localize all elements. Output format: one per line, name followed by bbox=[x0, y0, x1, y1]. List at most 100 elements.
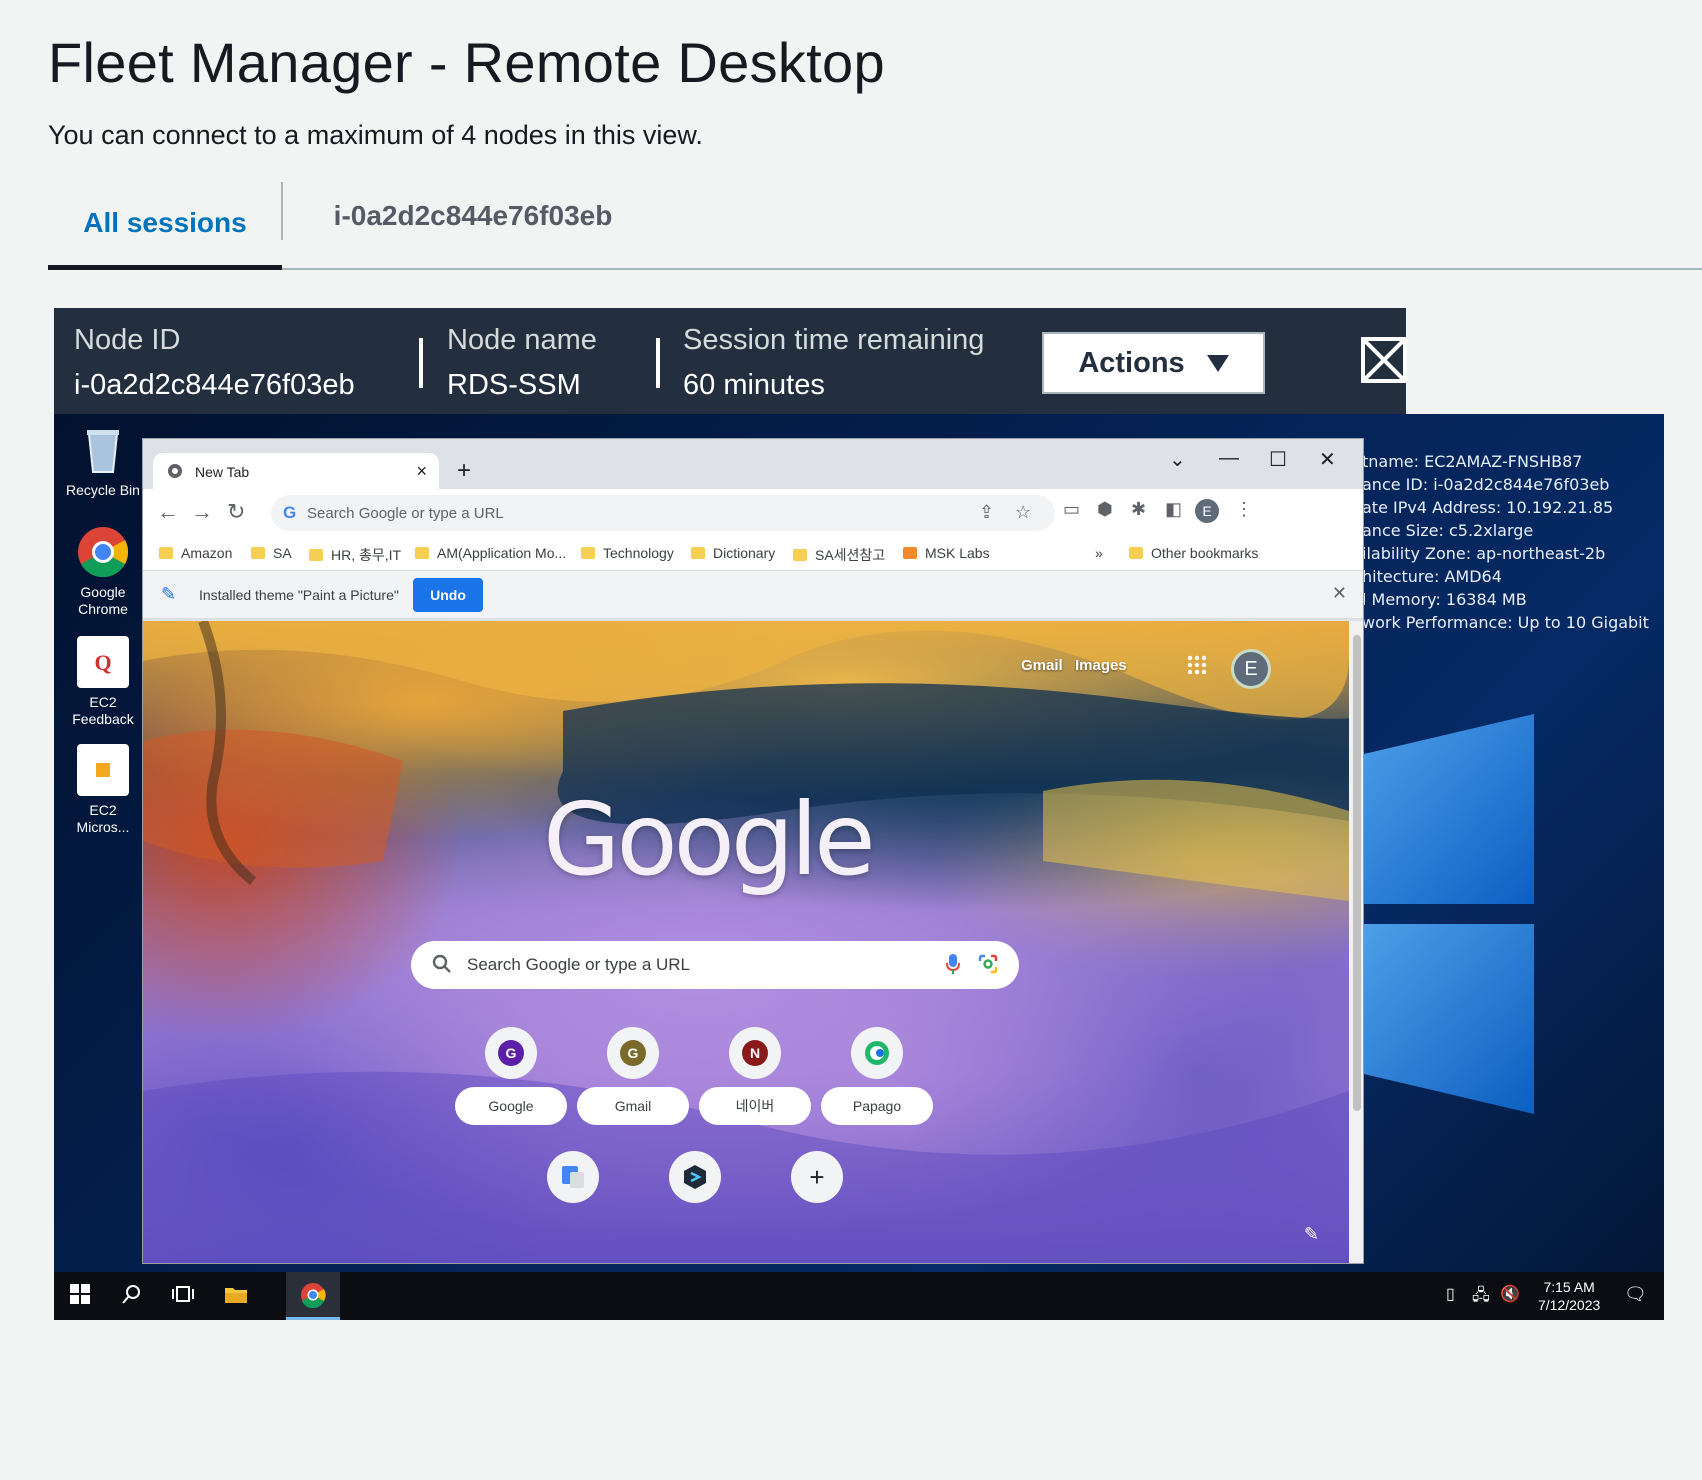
desktop-icon-recycle-bin[interactable]: Recycle Bin bbox=[62, 424, 144, 499]
sysinfo-line: ance Size: c5.2xlarge bbox=[1362, 521, 1534, 540]
tab-node-session[interactable]: i-0a2d2c844e76f03eb bbox=[283, 194, 663, 238]
tab-groups-icon[interactable]: ▭ bbox=[1063, 499, 1080, 520]
header-separator bbox=[656, 338, 660, 388]
scrollbar-thumb[interactable] bbox=[1353, 635, 1361, 1111]
shortcut-tile[interactable] bbox=[517, 1151, 629, 1203]
new-tab-button[interactable]: + bbox=[449, 457, 479, 487]
shortcut-tile[interactable]: G Google bbox=[455, 1027, 567, 1125]
windows-logo bbox=[1364, 694, 1664, 1179]
bookmark-label: Technology bbox=[603, 545, 674, 561]
back-icon[interactable]: ← bbox=[157, 499, 179, 525]
network-icon[interactable]: 🖧 bbox=[1472, 1284, 1490, 1311]
bookmark-item[interactable]: Technology bbox=[581, 545, 674, 561]
bookmark-item[interactable]: AM(Application Mo... bbox=[415, 545, 566, 561]
taskbar-search-icon[interactable] bbox=[122, 1284, 142, 1310]
bookmark-item[interactable]: SA bbox=[251, 545, 292, 561]
session-time-section: Session time remaining 60 minutes bbox=[683, 324, 984, 402]
forward-icon[interactable]: → bbox=[191, 499, 213, 525]
close-window-icon[interactable]: ✕ bbox=[1319, 447, 1336, 472]
tab-all-sessions[interactable]: All sessions bbox=[48, 180, 282, 270]
session-time-label: Session time remaining bbox=[683, 324, 985, 356]
shortcut-letter: N bbox=[742, 1040, 768, 1066]
google-lens-icon[interactable] bbox=[977, 953, 999, 980]
undo-button[interactable]: Undo bbox=[413, 578, 483, 612]
shortcut-tile[interactable]: Papago bbox=[821, 1027, 933, 1125]
tab-search-icon[interactable]: ⌄ bbox=[1169, 447, 1186, 472]
customize-pencil-icon[interactable]: ✎ bbox=[1304, 1224, 1319, 1245]
google-apps-icon[interactable] bbox=[1187, 655, 1207, 675]
extension-hex-icon[interactable]: ⬢ bbox=[1097, 499, 1113, 520]
actions-button[interactable]: Actions bbox=[1042, 332, 1265, 394]
task-view-icon[interactable] bbox=[172, 1284, 194, 1310]
shortcut-label: Gmail bbox=[577, 1087, 689, 1125]
images-link[interactable]: Images bbox=[1075, 657, 1127, 674]
shortcut-label: Google bbox=[455, 1087, 567, 1125]
bookmark-star-icon[interactable]: ☆ bbox=[1015, 502, 1031, 523]
minimize-icon[interactable]: — bbox=[1219, 447, 1239, 470]
node-name-label: Node name bbox=[447, 324, 597, 356]
reload-icon[interactable]: ↻ bbox=[227, 499, 245, 525]
shortcut-tile[interactable]: G Gmail bbox=[577, 1027, 689, 1125]
sysinfo-line: tname: EC2AMAZ-FNSHB87 bbox=[1362, 452, 1583, 471]
theme-infobar: ✎ Installed theme "Paint a Picture" Undo… bbox=[143, 571, 1363, 619]
action-center-icon[interactable]: 🗨 bbox=[1624, 1284, 1647, 1305]
folder-icon bbox=[1129, 547, 1143, 559]
more-menu-icon[interactable]: ⋮ bbox=[1235, 499, 1253, 520]
profile-avatar[interactable]: E bbox=[1195, 499, 1219, 523]
chrome-icon bbox=[300, 1282, 326, 1313]
share-icon[interactable]: ⇪ bbox=[979, 502, 994, 523]
other-bookmarks[interactable]: Other bookmarks bbox=[1129, 545, 1258, 561]
folder-icon bbox=[415, 547, 429, 559]
search-icon bbox=[431, 953, 453, 980]
windows-taskbar: ▯ 🖧 🔇 7:15 AM 7/12/2023 🗨 bbox=[54, 1272, 1664, 1320]
shortcut-tile[interactable] bbox=[639, 1151, 751, 1203]
new-tab-page: Gmail Images E Google Search Google or t… bbox=[143, 621, 1363, 1263]
side-panel-icon[interactable]: ◧ bbox=[1165, 499, 1182, 520]
ntp-search-box[interactable]: Search Google or type a URL bbox=[411, 941, 1019, 989]
recycle-bin-icon bbox=[77, 424, 129, 476]
bookmark-item[interactable]: SA세션참고 bbox=[793, 545, 885, 565]
desktop-icon-chrome[interactable]: Google Chrome bbox=[62, 526, 144, 618]
session-time-value: 60 minutes bbox=[683, 369, 825, 401]
sysinfo-line: ance ID: i-0a2d2c844e76f03eb bbox=[1362, 475, 1610, 494]
remote-desktop[interactable]: Recycle Bin Google Chrome Q EC2 Feedback… bbox=[54, 414, 1664, 1320]
infobar-message: Installed theme "Paint a Picture" bbox=[199, 587, 399, 603]
bookmark-item[interactable]: HR, 총무,IT bbox=[309, 545, 401, 565]
desktop-icon-label: EC2 Micros... bbox=[76, 802, 130, 835]
bookmark-label: AM(Application Mo... bbox=[437, 545, 567, 561]
extensions-puzzle-icon[interactable]: ✱ bbox=[1131, 499, 1146, 520]
sysinfo-line: ate IPv4 Address: 10.192.21.85 bbox=[1362, 498, 1614, 517]
bookmark-item[interactable]: Dictionary bbox=[691, 545, 775, 561]
shortcut-tile[interactable]: N 네이버 bbox=[699, 1027, 811, 1125]
microphone-icon[interactable] bbox=[945, 953, 961, 980]
windows-start-icon[interactable] bbox=[70, 1284, 90, 1310]
bookmark-label: Dictionary bbox=[713, 545, 776, 561]
gmail-link[interactable]: Gmail bbox=[1021, 657, 1063, 674]
ntp-profile-avatar[interactable]: E bbox=[1231, 649, 1271, 689]
expand-icon[interactable] bbox=[1360, 336, 1408, 384]
desktop-icon-ec2-microsoft[interactable]: EC2 Micros... bbox=[62, 744, 144, 836]
file-explorer-icon[interactable] bbox=[224, 1284, 248, 1310]
omnibox-placeholder: Search Google or type a URL bbox=[307, 504, 504, 522]
omnibox[interactable]: G Search Google or type a URL ⇪ ☆ bbox=[271, 495, 1055, 531]
chrome-toolbar: ← → ↻ G Search Google or type a URL ⇪ ☆ … bbox=[143, 489, 1363, 535]
shortcut-letter: G bbox=[498, 1040, 524, 1066]
taskbar-chrome-button[interactable] bbox=[286, 1272, 340, 1320]
bookmark-label: SA bbox=[273, 545, 292, 561]
maximize-icon[interactable]: ☐ bbox=[1269, 447, 1287, 472]
sysinfo-line: hitecture: AMD64 bbox=[1362, 567, 1502, 586]
usb-device-icon[interactable]: ▯ bbox=[1446, 1284, 1455, 1304]
desktop-icon-ec2-feedback[interactable]: Q EC2 Feedback bbox=[62, 636, 144, 728]
taskbar-clock[interactable]: 7:15 AM 7/12/2023 bbox=[1538, 1278, 1600, 1314]
volume-muted-icon[interactable]: 🔇 bbox=[1500, 1284, 1520, 1304]
bookmark-item[interactable]: Amazon bbox=[159, 545, 232, 561]
close-tab-icon[interactable]: × bbox=[416, 461, 427, 482]
close-infobar-icon[interactable]: ✕ bbox=[1332, 583, 1347, 604]
browser-tab[interactable]: New Tab × bbox=[153, 453, 439, 491]
ntp-scrollbar[interactable] bbox=[1349, 621, 1363, 1263]
bookmarks-overflow-button[interactable]: » bbox=[1095, 545, 1103, 561]
node-id-label: Node ID bbox=[74, 324, 181, 356]
add-shortcut-button[interactable]: + bbox=[761, 1151, 873, 1203]
desktop-icon-label: Recycle Bin bbox=[66, 482, 140, 498]
bookmark-item[interactable]: MSK Labs bbox=[903, 545, 990, 561]
